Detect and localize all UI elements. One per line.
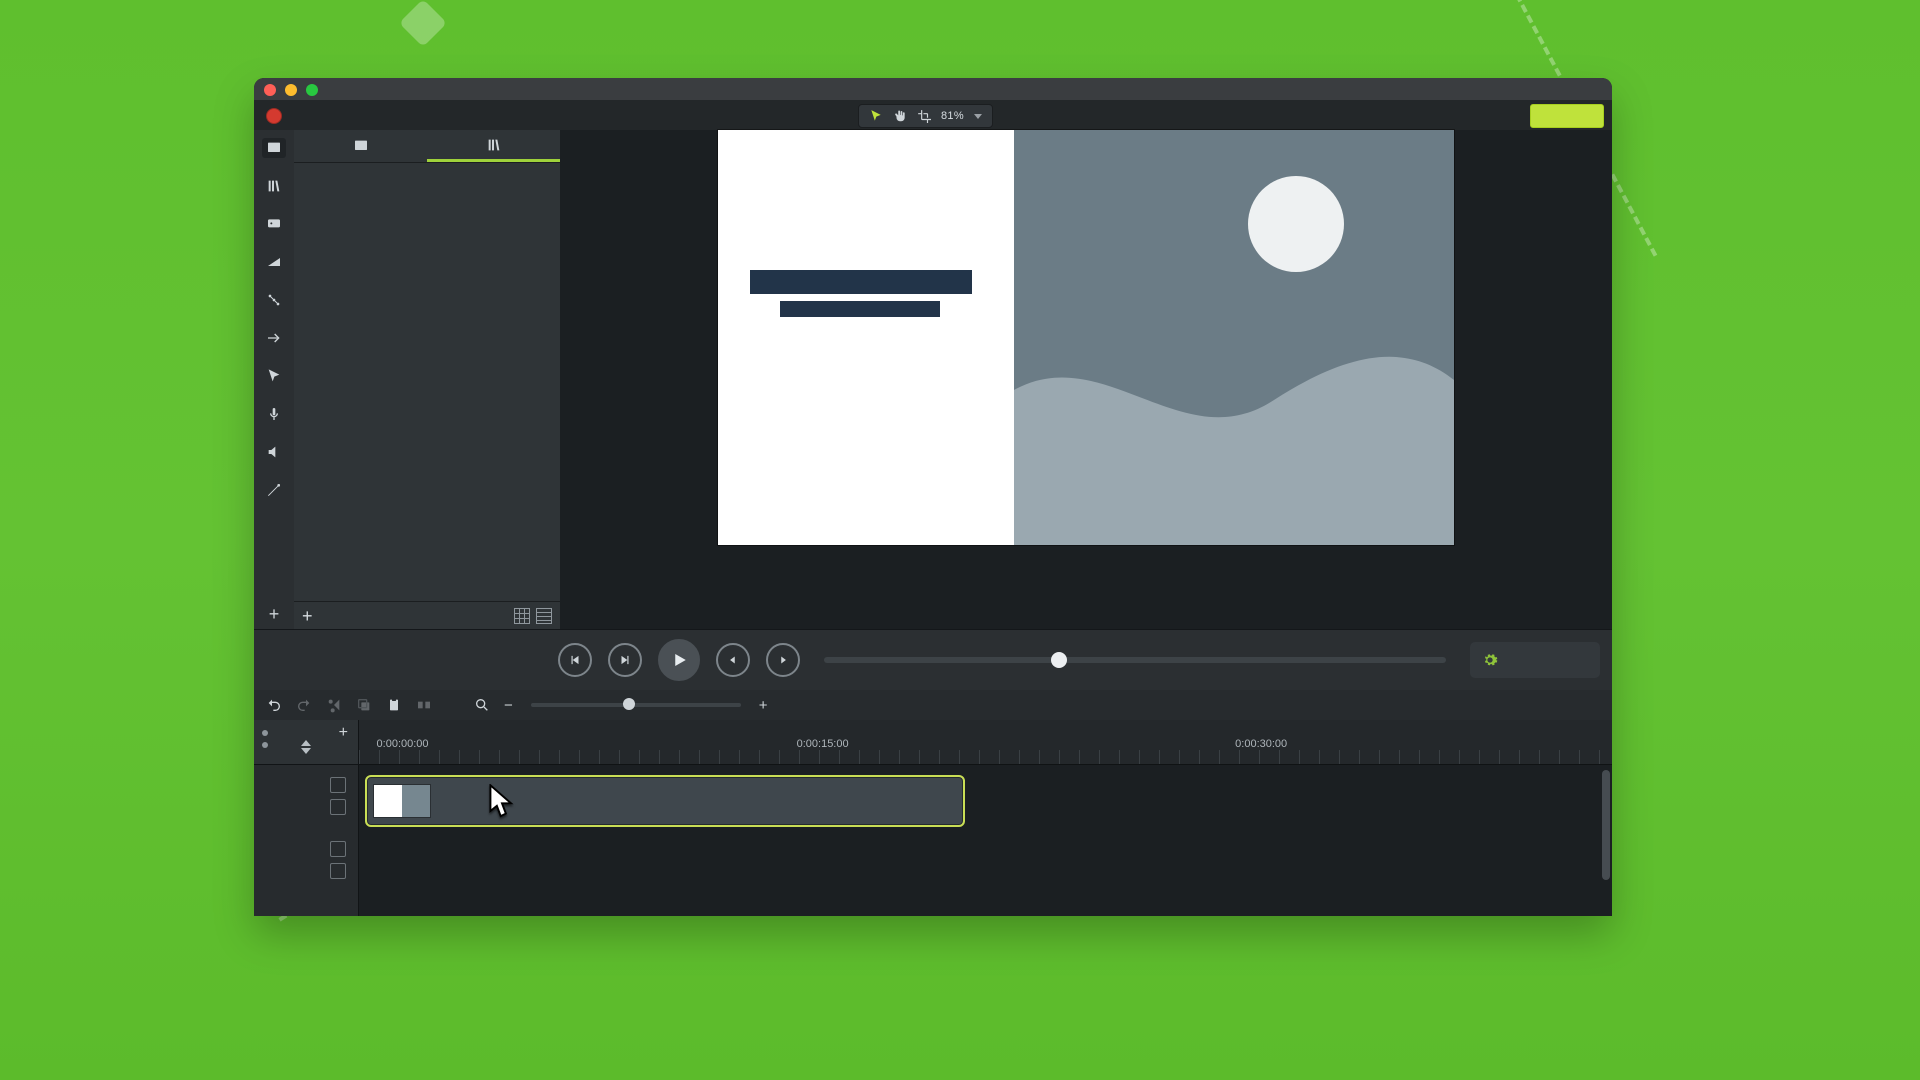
- record-button[interactable]: [266, 108, 282, 124]
- edit-toolbar: − +: [254, 690, 1612, 720]
- window-minimize-button[interactable]: [285, 84, 297, 96]
- rail-annotations[interactable]: [262, 214, 286, 234]
- copy-button[interactable]: [356, 697, 372, 713]
- share-button[interactable]: [1530, 104, 1604, 128]
- tab-library[interactable]: [427, 130, 560, 162]
- edit-cursor-icon[interactable]: [869, 109, 883, 123]
- moon-icon: [1248, 176, 1344, 272]
- scrollbar-thumb[interactable]: [1602, 770, 1610, 880]
- timeline-zoom-slider[interactable]: [531, 703, 741, 707]
- preview-left-pane: [718, 130, 1014, 545]
- panel-view-toggle: [514, 608, 552, 624]
- timeline-track-headers: +: [254, 720, 359, 916]
- track-visibility-icon[interactable]: [330, 841, 346, 857]
- track-2[interactable]: [359, 838, 1600, 892]
- list-view-icon[interactable]: [536, 608, 552, 624]
- track-visibility-icon[interactable]: [330, 777, 346, 793]
- rail-visual-effects[interactable]: [262, 480, 286, 500]
- ruler-label: 0:00:00:00: [377, 738, 429, 750]
- ruler-label: 0:00:15:00: [797, 738, 849, 750]
- zoom-in-button[interactable]: +: [759, 697, 768, 714]
- clip-thumbnail: [373, 784, 431, 818]
- zoom-slider-knob[interactable]: [623, 698, 635, 710]
- window-titlebar: [254, 78, 1612, 100]
- next-marker-button[interactable]: [766, 643, 800, 677]
- ruler-ticks: [359, 750, 1612, 764]
- playback-bar: [254, 629, 1612, 690]
- track-lock-icon[interactable]: [330, 799, 346, 815]
- play-button[interactable]: [658, 639, 700, 681]
- ruler-label: 0:00:30:00: [1235, 738, 1287, 750]
- step-forward-button[interactable]: [608, 643, 642, 677]
- rail-transitions[interactable]: [262, 252, 286, 272]
- panel-tabs: [294, 130, 560, 163]
- gear-icon: [1482, 652, 1498, 668]
- redo-button[interactable]: [296, 697, 312, 713]
- undo-button[interactable]: [266, 697, 282, 713]
- prev-marker-button[interactable]: [716, 643, 750, 677]
- track-header-2[interactable]: [254, 840, 358, 880]
- rail-library[interactable]: [262, 176, 286, 196]
- playhead-knob[interactable]: [1051, 652, 1067, 668]
- canvas-zoom-value[interactable]: 81%: [941, 110, 964, 122]
- step-back-button[interactable]: [558, 643, 592, 677]
- tab-media[interactable]: [294, 130, 427, 162]
- cut-button[interactable]: [326, 697, 342, 713]
- rail-behaviors[interactable]: [262, 290, 286, 310]
- tool-rail: +: [254, 130, 295, 630]
- video-editor-window: 81% +: [254, 78, 1612, 916]
- placeholder-title-bar: [750, 270, 972, 294]
- clip-selected[interactable]: [365, 775, 965, 827]
- canvas-options-button[interactable]: [1470, 642, 1600, 678]
- panel-add-button[interactable]: +: [302, 606, 313, 627]
- rail-cursor-effects[interactable]: [262, 366, 286, 386]
- timeline-scrollbar[interactable]: [1602, 770, 1610, 908]
- playhead-scrubber[interactable]: [824, 657, 1446, 663]
- desktop-background: 81% +: [0, 0, 1920, 1080]
- window-zoom-button[interactable]: [306, 84, 318, 96]
- timeline-top-controls: +: [254, 720, 358, 765]
- pan-hand-icon[interactable]: [893, 109, 907, 123]
- chevron-down-icon[interactable]: [301, 748, 311, 754]
- chevron-down-icon[interactable]: [974, 114, 982, 119]
- track-lock-icon[interactable]: [330, 863, 346, 879]
- rail-audio-effects[interactable]: [262, 442, 286, 462]
- track-1[interactable]: [359, 772, 1600, 826]
- chevron-up-icon[interactable]: [301, 740, 311, 746]
- rail-voice-narration[interactable]: [262, 404, 286, 424]
- window-close-button[interactable]: [264, 84, 276, 96]
- app-toolbar: 81%: [254, 100, 1612, 131]
- track-header-1[interactable]: [254, 776, 358, 816]
- rail-media-bin[interactable]: [262, 138, 286, 158]
- paste-button[interactable]: [386, 697, 402, 713]
- timeline-options-icon[interactable]: [262, 730, 268, 748]
- zoom-fit-button[interactable]: [474, 697, 490, 713]
- canvas-area[interactable]: [560, 130, 1612, 630]
- decorative-diamond: [399, 0, 447, 47]
- preview-right-pane: [1014, 130, 1454, 545]
- grid-view-icon[interactable]: [514, 608, 530, 624]
- placeholder-subtitle-bar: [780, 301, 940, 317]
- timeline-body[interactable]: 0:00:00:00 0:00:15:00 0:00:30:00: [359, 720, 1612, 916]
- panel-footer: +: [294, 601, 560, 630]
- zoom-out-button[interactable]: −: [504, 697, 513, 714]
- plus-icon: +: [269, 604, 280, 625]
- timeline-ruler[interactable]: 0:00:00:00 0:00:15:00 0:00:30:00: [359, 720, 1612, 765]
- media-panel: +: [294, 130, 561, 630]
- window-traffic-lights: [264, 84, 318, 96]
- crop-icon[interactable]: [917, 109, 931, 123]
- add-track-button[interactable]: +: [339, 724, 348, 742]
- preview-canvas[interactable]: [718, 130, 1454, 545]
- rail-add-button[interactable]: +: [254, 598, 294, 630]
- canvas-tool-group: 81%: [858, 104, 993, 128]
- timeline: + 0:00:00:00 0:00:15:00 0: [254, 720, 1612, 916]
- rail-animations[interactable]: [262, 328, 286, 348]
- split-button[interactable]: [416, 697, 432, 713]
